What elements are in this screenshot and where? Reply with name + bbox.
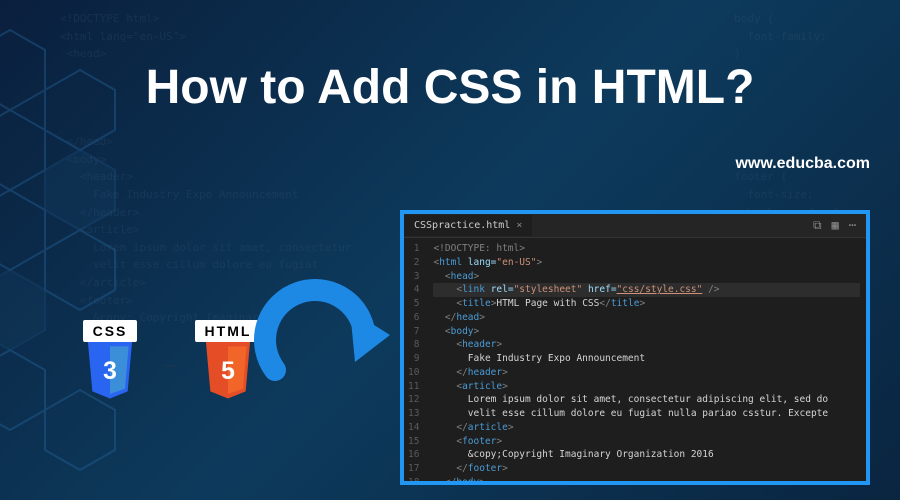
tech-badges: CSS 3 → HTML 5 [75, 320, 263, 405]
editor-tab[interactable]: CSSpractice.html × [404, 215, 532, 236]
code-editor-window: CSSpractice.html × ⧉ ▦ ⋯ 1 2 3 4 5 6 7 8… [400, 210, 870, 485]
css3-badge: CSS 3 [75, 320, 145, 405]
more-icon[interactable]: ⋯ [849, 218, 856, 233]
tab-filename: CSSpractice.html [414, 220, 510, 231]
page-title: How to Add CSS in HTML? [146, 60, 755, 115]
css-label: CSS [83, 320, 138, 342]
arrow-right-icon: → [157, 349, 181, 377]
editor-actions: ⧉ ▦ ⋯ [813, 218, 866, 233]
layout-icon[interactable]: ▦ [832, 218, 839, 233]
css3-shield-icon: 3 [80, 342, 140, 402]
editor-body: 1 2 3 4 5 6 7 8 9 10 11 12 13 14 15 16 1… [404, 238, 866, 481]
close-icon[interactable]: × [516, 220, 522, 231]
curved-arrow-icon [245, 270, 405, 430]
website-url: www.educba.com [735, 155, 870, 173]
line-gutter: 1 2 3 4 5 6 7 8 9 10 11 12 13 14 15 16 1… [404, 238, 427, 481]
code-content[interactable]: <!DOCTYPE: html> <html lang="en-US"> <he… [427, 238, 866, 481]
split-icon[interactable]: ⧉ [813, 218, 822, 233]
editor-tabbar: CSSpractice.html × ⧉ ▦ ⋯ [404, 214, 866, 238]
svg-text:5: 5 [221, 358, 235, 385]
svg-text:3: 3 [103, 358, 117, 385]
